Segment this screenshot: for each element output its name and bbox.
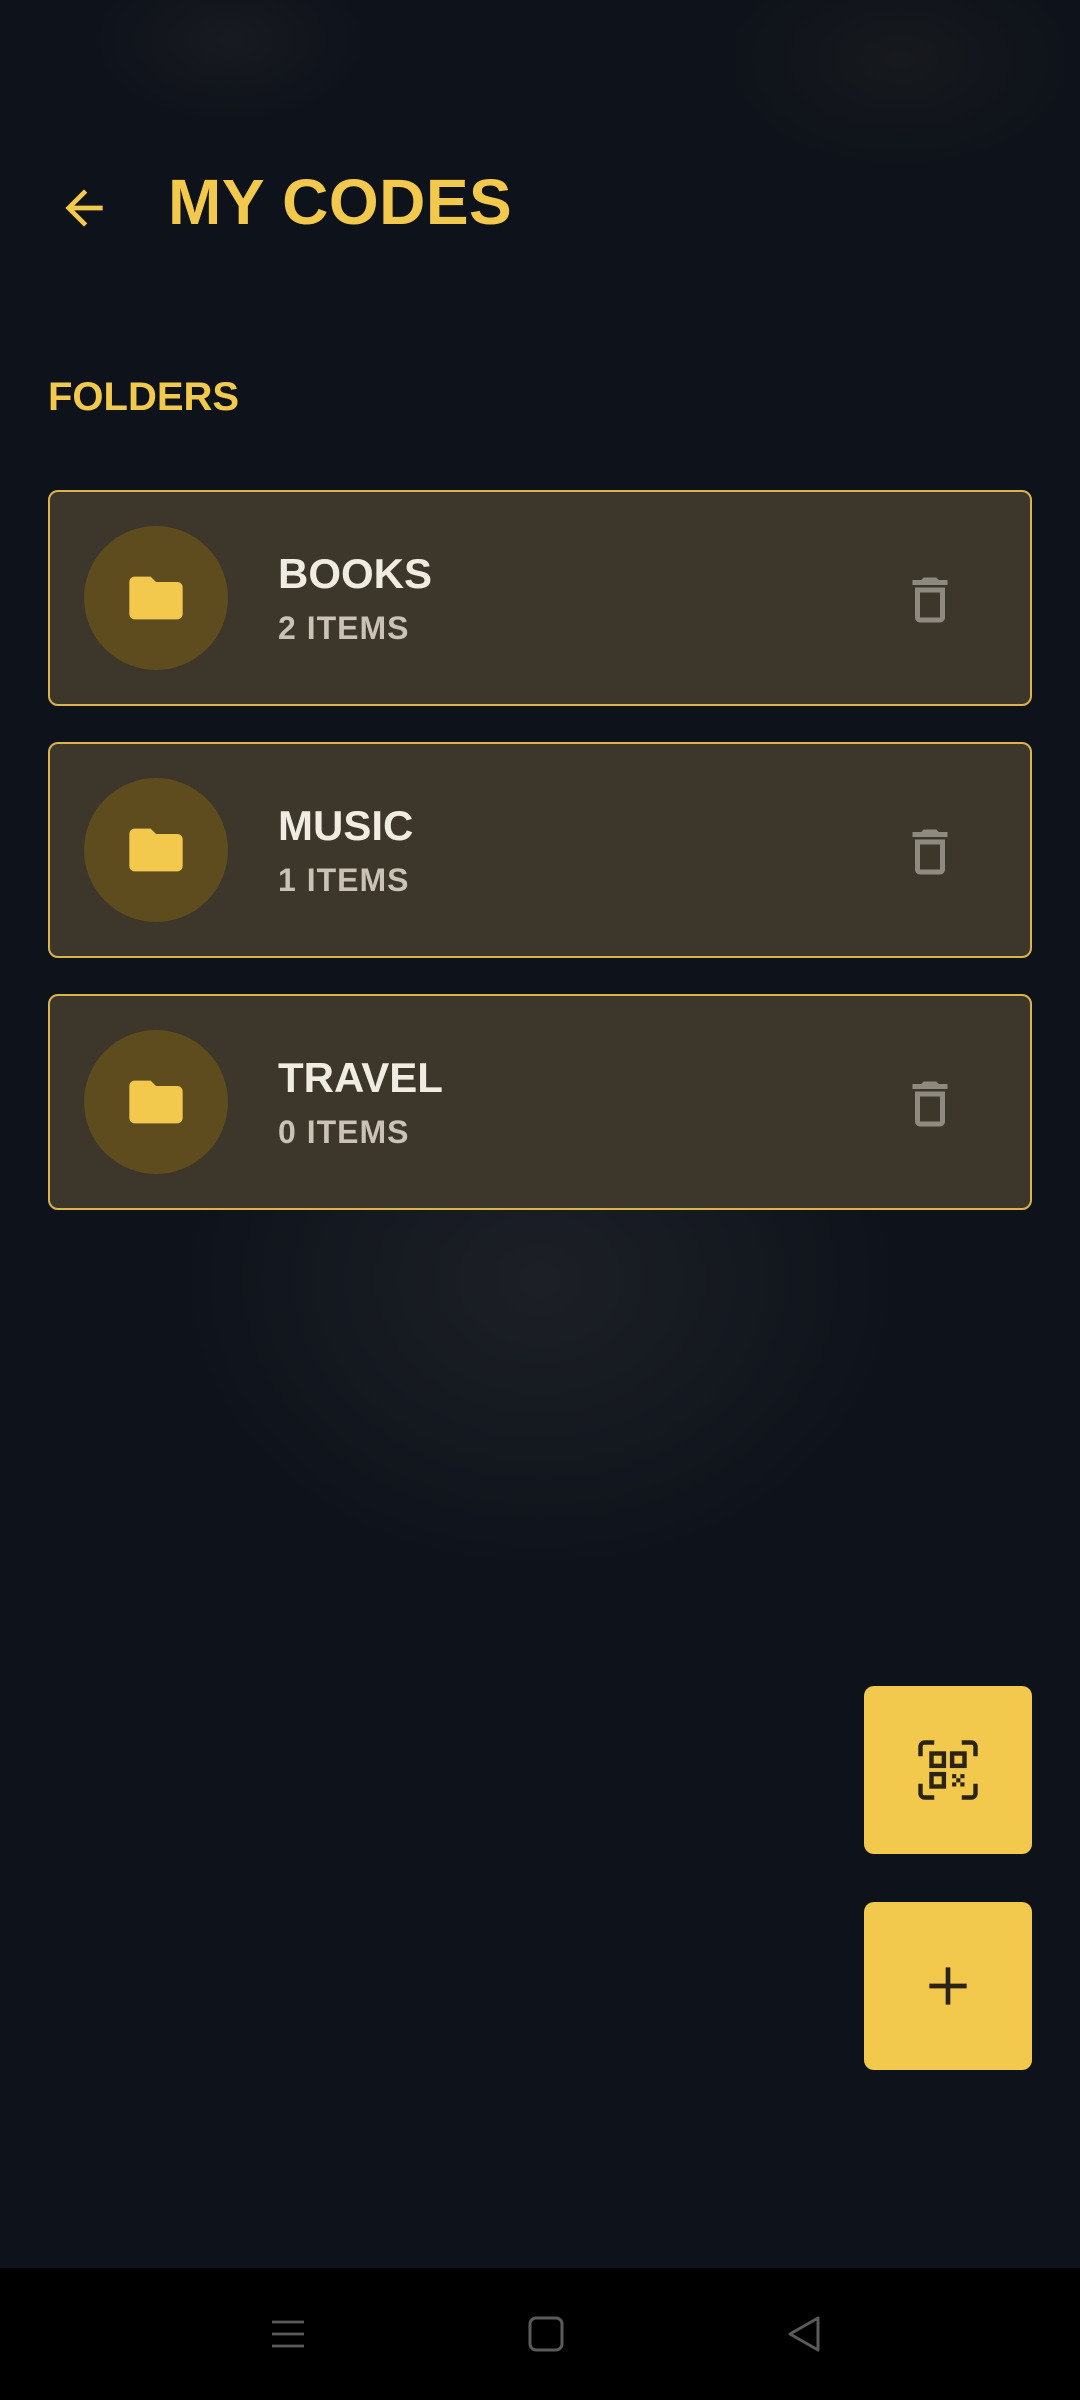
- nav-back-button[interactable]: [768, 2298, 840, 2370]
- scan-qr-button[interactable]: [864, 1686, 1032, 1854]
- add-folder-button[interactable]: [864, 1902, 1032, 2070]
- app-header: MY CODES: [0, 150, 1080, 260]
- folder-list: BOOKS 2 ITEMS MUSIC 1 ITEMS TRAVEL 0 ITE…: [48, 490, 1032, 1246]
- plus-icon: [929, 1967, 967, 2005]
- folder-name: BOOKS: [278, 550, 433, 597]
- qr-scan-icon: [918, 1740, 978, 1800]
- folder-item-count: 0 ITEMS: [278, 1114, 410, 1150]
- folder-avatar: [84, 1030, 228, 1174]
- system-navigation-bar: [0, 2268, 1080, 2400]
- trash-icon: [912, 1081, 948, 1127]
- my-codes-screen: MY CODES FOLDERS BOOKS 2 ITEMS MUSIC 1 I…: [0, 0, 1080, 2400]
- page-title: MY CODES: [168, 166, 513, 238]
- folder-item-count: 2 ITEMS: [278, 610, 410, 646]
- folder-card-travel[interactable]: TRAVEL 0 ITEMS: [48, 994, 1032, 1210]
- menu-lines-icon: [272, 2320, 304, 2348]
- folder-icon: [129, 828, 183, 872]
- trash-icon: [912, 829, 948, 875]
- folder-icon: [129, 1080, 183, 1124]
- folder-icon: [129, 576, 183, 620]
- nav-recents-button[interactable]: [252, 2298, 324, 2370]
- folder-avatar: [84, 778, 228, 922]
- delete-folder-button[interactable]: [890, 1064, 970, 1144]
- nav-home-button[interactable]: [510, 2298, 582, 2370]
- folder-card-books[interactable]: BOOKS 2 ITEMS: [48, 490, 1032, 706]
- folder-item-count: 1 ITEMS: [278, 862, 410, 898]
- delete-folder-button[interactable]: [890, 812, 970, 892]
- trash-icon: [912, 577, 948, 623]
- folder-avatar: [84, 526, 228, 670]
- back-button[interactable]: [44, 168, 124, 248]
- folder-name: TRAVEL: [278, 1054, 443, 1101]
- delete-folder-button[interactable]: [890, 560, 970, 640]
- folder-card-music[interactable]: MUSIC 1 ITEMS: [48, 742, 1032, 958]
- folders-section-title: FOLDERS: [48, 375, 240, 419]
- square-home-icon: [528, 2316, 564, 2352]
- arrow-left-icon: [65, 189, 103, 227]
- folder-name: MUSIC: [278, 802, 414, 849]
- triangle-back-icon: [788, 2316, 820, 2352]
